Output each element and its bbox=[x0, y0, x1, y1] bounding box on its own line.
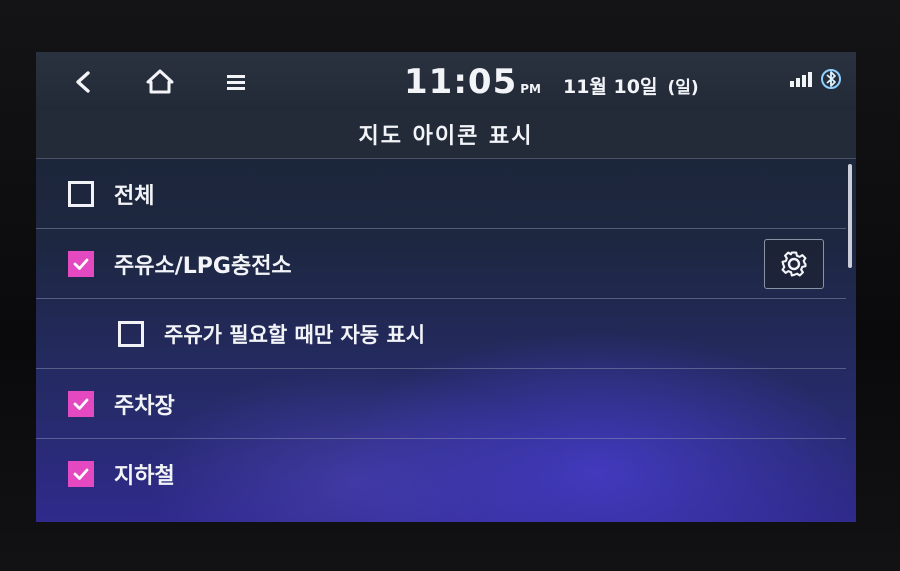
list-item-label: 주유가 필요할 때만 자동 표시 bbox=[164, 322, 426, 347]
list-item-label: 주유소/LPG충전소 bbox=[114, 253, 292, 279]
back-arrow-icon bbox=[76, 71, 90, 93]
gas-station-settings-button[interactable] bbox=[764, 239, 824, 289]
clock-time: 11:05 bbox=[404, 62, 518, 102]
status-icons bbox=[788, 68, 842, 90]
list-item-all[interactable]: 전체 bbox=[36, 159, 846, 229]
settings-list: 전체 주유소/LPG충전소 주유가 필요할 때만 자동 표시 주차장 지하철 bbox=[36, 159, 846, 508]
check-icon bbox=[73, 398, 89, 410]
clock-ampm: PM bbox=[520, 82, 541, 96]
check-icon bbox=[73, 258, 89, 270]
list-item-label: 지하철 bbox=[114, 463, 175, 489]
title-bar: 지도 아이콘 표시 bbox=[36, 110, 856, 159]
bluetooth-audio-icon bbox=[821, 69, 841, 89]
list-item-gas-station[interactable]: 주유소/LPG충전소 bbox=[36, 229, 846, 299]
list-item-subway[interactable]: 지하철 bbox=[36, 439, 846, 508]
checkbox-parking[interactable] bbox=[68, 390, 94, 417]
scrollbar-thumb[interactable] bbox=[848, 164, 852, 268]
menu-button[interactable] bbox=[216, 64, 256, 100]
checkbox-all[interactable] bbox=[68, 180, 94, 207]
check-icon bbox=[73, 468, 89, 480]
list-item-label: 주차장 bbox=[114, 393, 175, 419]
back-button[interactable] bbox=[64, 64, 104, 100]
clock-weekday: (일) bbox=[667, 78, 699, 98]
screen: 11:05 PM 11월 10일 (일) 지도 아이콘 표시 전체 주유소/LP… bbox=[36, 52, 856, 522]
menu-icon bbox=[227, 75, 245, 90]
list-item-parking[interactable]: 주차장 bbox=[36, 369, 846, 439]
status-bar: 11:05 PM 11월 10일 (일) bbox=[36, 52, 856, 110]
checkbox-auto-display[interactable] bbox=[118, 320, 144, 347]
home-button[interactable] bbox=[140, 64, 180, 100]
checkbox-subway[interactable] bbox=[68, 460, 94, 487]
home-icon bbox=[146, 69, 174, 94]
gear-icon bbox=[781, 251, 807, 277]
list-item-label: 전체 bbox=[114, 183, 155, 209]
clock-date: 11월 10일 bbox=[562, 76, 658, 98]
page-title: 지도 아이콘 표시 bbox=[358, 124, 534, 149]
list-item-auto-display[interactable]: 주유가 필요할 때만 자동 표시 bbox=[36, 299, 846, 369]
checkbox-gas-station[interactable] bbox=[68, 250, 94, 277]
signal-icon bbox=[790, 72, 812, 87]
clock: 11:05 PM 11월 10일 (일) bbox=[404, 62, 699, 102]
